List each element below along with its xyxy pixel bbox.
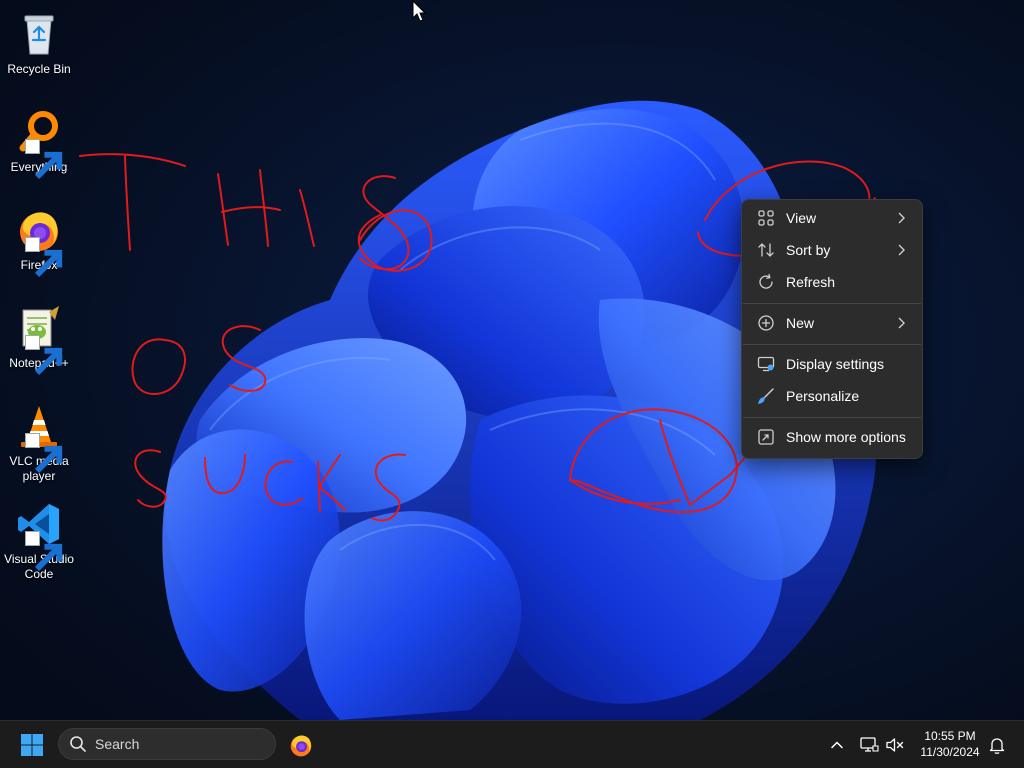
sort-icon (756, 240, 776, 260)
notifications-button[interactable] (986, 734, 1008, 756)
more-options-icon (756, 427, 776, 447)
chevron-right-icon (898, 212, 905, 224)
menu-item-label: Display settings (786, 356, 885, 372)
chevron-right-icon (898, 244, 905, 256)
shortcut-arrow-icon (25, 335, 63, 376)
desktop-icon-recycle-bin[interactable]: Recycle Bin (2, 4, 76, 94)
menu-item-sort-by[interactable]: Sort by (746, 235, 918, 265)
desktop[interactable]: Recycle Bin Everything Firefox Notepad++… (0, 0, 1024, 720)
menu-item-label: Refresh (786, 274, 836, 290)
search-placeholder: Search (95, 736, 140, 752)
desktop-icon-vscode[interactable]: Visual Studio Code (2, 494, 76, 584)
volume-muted-icon (886, 738, 904, 752)
clock-time: 10:55 PM (924, 729, 976, 743)
start-button[interactable] (14, 730, 50, 760)
menu-item-personalize[interactable]: Personalize (746, 381, 918, 411)
desktop-icon-vlc[interactable]: VLC media player (2, 396, 76, 486)
windows-logo-icon (21, 734, 43, 756)
menu-item-label: Personalize (786, 388, 860, 404)
volume-button[interactable] (884, 734, 906, 756)
personalize-brush-icon (756, 386, 776, 406)
menu-separator (743, 303, 921, 304)
menu-item-show-more-options[interactable]: Show more options (746, 422, 918, 452)
menu-separator (743, 344, 921, 345)
firefox-icon (15, 206, 63, 278)
show-hidden-icons-button[interactable] (826, 734, 848, 756)
notification-bell-icon (989, 738, 1005, 754)
desktop-icon-firefox[interactable]: Firefox (2, 200, 76, 290)
menu-item-view[interactable]: View (746, 203, 918, 233)
menu-item-display-settings[interactable]: Display settings (746, 349, 918, 379)
menu-item-label: New (786, 315, 815, 331)
refresh-icon (756, 272, 776, 292)
everything-search-icon (15, 108, 63, 180)
chevron-up-icon (831, 741, 843, 749)
clock-date: 11/30/2024 (920, 745, 980, 759)
taskbar-app-firefox[interactable] (284, 728, 318, 762)
menu-item-label: Sort by (786, 242, 831, 258)
new-plus-icon (756, 313, 776, 333)
taskbar: Search 10:55 PM 11/30/2024 (0, 720, 1024, 768)
vscode-icon (15, 500, 63, 572)
network-icon (860, 737, 879, 752)
desktop-icon-notepadpp[interactable]: Notepad++ (2, 298, 76, 388)
desktop-context-menu: View Sort by Refresh New Display setting… (741, 199, 923, 459)
notepadpp-icon (15, 304, 63, 376)
shortcut-arrow-icon (25, 237, 63, 278)
menu-item-refresh[interactable]: Refresh (746, 267, 918, 297)
chevron-right-icon (898, 317, 905, 329)
firefox-icon (290, 735, 312, 757)
shortcut-arrow-icon (25, 433, 63, 474)
taskbar-clock[interactable]: 10:55 PM 11/30/2024 (914, 728, 986, 762)
desktop-icon-label: Recycle Bin (7, 62, 71, 76)
network-status-button[interactable] (858, 734, 880, 756)
taskbar-search-box[interactable]: Search (58, 728, 276, 760)
menu-separator (743, 417, 921, 418)
menu-item-label: Show more options (786, 429, 906, 445)
menu-item-label: View (786, 210, 817, 226)
mouse-pointer-icon (412, 0, 426, 22)
vlc-icon (15, 402, 63, 474)
view-grid-icon (756, 208, 776, 228)
desktop-icon-everything[interactable]: Everything (2, 102, 76, 192)
display-settings-icon (756, 354, 776, 374)
search-icon (70, 736, 86, 752)
shortcut-arrow-icon (25, 531, 63, 572)
shortcut-arrow-icon (25, 139, 63, 180)
menu-item-new[interactable]: New (746, 308, 918, 338)
recycle-bin-icon (15, 10, 63, 58)
